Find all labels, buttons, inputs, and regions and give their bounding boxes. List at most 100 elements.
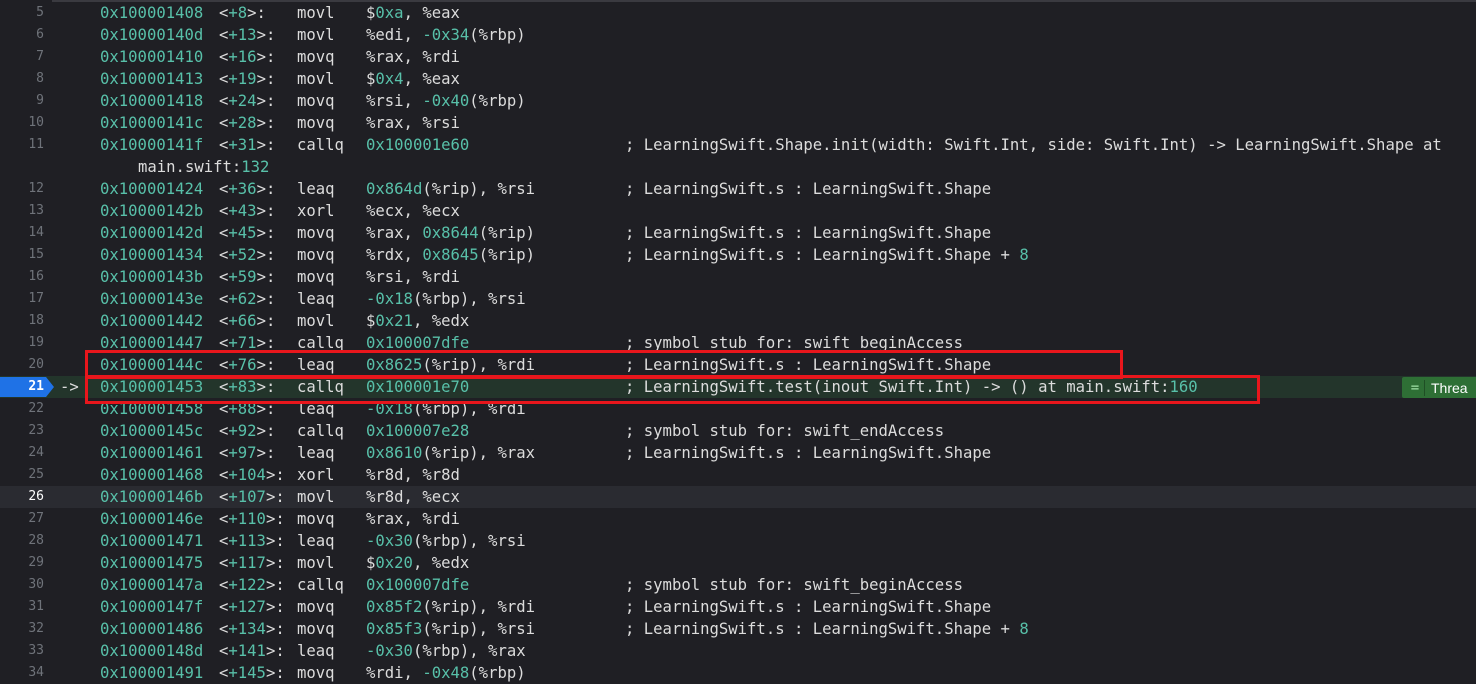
- disassembly-editor[interactable]: 5 0x100001408 <+8>: movl $0xa, %eax 6 0x100001…: [0, 0, 1476, 682]
- disassembly-line[interactable]: 6 0x10000140d <+13>: movl %edi, -0x34(%rbp): [0, 24, 1476, 46]
- line-number[interactable]: 29: [0, 552, 44, 574]
- line-number[interactable]: 25: [0, 464, 44, 486]
- line-number[interactable]: 11: [0, 134, 44, 156]
- operands: 0x100007dfe: [366, 332, 469, 354]
- line-number[interactable]: 7: [0, 46, 44, 68]
- offset-value: +88: [228, 400, 257, 418]
- operands: 0x100001e60: [366, 134, 469, 156]
- disassembly-line[interactable]: 20 0x10000144c <+76>: leaq 0x8625(%rip), %rd…: [0, 354, 1476, 376]
- line-number[interactable]: 24: [0, 442, 44, 464]
- disassembly-line[interactable]: 13 0x10000142b <+43>: xorl %ecx, %ecx: [0, 200, 1476, 222]
- opcode: movq: [297, 664, 335, 682]
- offset-value: +76: [228, 356, 257, 374]
- operand-text: (%rbp): [469, 26, 526, 44]
- line-number[interactable]: 26: [0, 486, 44, 508]
- line-number[interactable]: 6: [0, 24, 44, 46]
- disassembly-line[interactable]: 19 0x100001447 <+71>: callq 0x100007dfe ; sym…: [0, 332, 1476, 354]
- operands: -0x30(%rbp), %rsi: [366, 530, 526, 552]
- disassembly-line[interactable]: 32 0x100001486 <+134>: movq 0x85f3(%rip), %r…: [0, 618, 1476, 640]
- disassembly-line[interactable]: 12 0x100001424 <+36>: leaq 0x864d(%rip), %rs…: [0, 178, 1476, 200]
- opcode: movq: [297, 246, 335, 264]
- line-number[interactable]: 18: [0, 310, 44, 332]
- operand-text: (%rip), %rdi: [422, 598, 536, 616]
- disassembly-line-continuation: main.swift:132: [0, 156, 1476, 178]
- instruction-comment: ; LearningSwift.test(inout Swift.Int) ->…: [625, 376, 1198, 398]
- line-number[interactable]: 10: [0, 112, 44, 134]
- line-number[interactable]: 9: [0, 90, 44, 112]
- operand-text: , %eax: [403, 70, 460, 88]
- disassembly-line[interactable]: 22 0x100001458 <+88>: leaq -0x18(%rbp), %rdi: [0, 398, 1476, 420]
- disassembly-line[interactable]: 16 0x10000143b <+59>: movq %rsi, %rdi: [0, 266, 1476, 288]
- disassembly-line[interactable]: 14 0x10000142d <+45>: movq %rax, 0x8644(%rip…: [0, 222, 1476, 244]
- operand-text: %rdx,: [366, 246, 423, 264]
- line-number[interactable]: 34: [0, 662, 44, 684]
- instruction-address: 0x10000140d: [100, 26, 204, 44]
- comment-text: ; symbol stub for: swift_endAccess: [625, 422, 945, 440]
- operand-number: 0xa: [375, 4, 404, 22]
- line-number[interactable]: 28: [0, 530, 44, 552]
- operands: %rax, %rsi: [366, 112, 460, 134]
- line-number[interactable]: 22: [0, 398, 44, 420]
- line-number[interactable]: 15: [0, 244, 44, 266]
- equals-icon: =: [1406, 379, 1425, 396]
- thread-badge[interactable]: = Threa: [1402, 377, 1476, 398]
- operands: 0x100007dfe: [366, 574, 469, 596]
- disassembly-line[interactable]: 18 0x100001442 <+66>: movl $0x21, %edx: [0, 310, 1476, 332]
- line-number[interactable]: 16: [0, 266, 44, 288]
- instruction-offset: <+104>:: [219, 466, 285, 484]
- line-number[interactable]: 33: [0, 640, 44, 662]
- disassembly-line[interactable]: 7 0x100001410 <+16>: movq %rax, %rdi: [0, 46, 1476, 68]
- operand-number: 0x8610: [366, 444, 423, 462]
- disassembly-line[interactable]: 28 0x100001471 <+113>: leaq -0x30(%rbp), %rs…: [0, 530, 1476, 552]
- disassembly-line[interactable]: 26 0x10000146b <+107>: movl %r8d, %ecx: [0, 486, 1476, 508]
- line-number[interactable]: 30: [0, 574, 44, 596]
- opcode: callq: [297, 378, 344, 396]
- disassembly-line[interactable]: 5 0x100001408 <+8>: movl $0xa, %eax: [0, 2, 1476, 24]
- operand-number: -0x18: [366, 400, 413, 418]
- disassembly-line[interactable]: 10 0x10000141c <+28>: movq %rax, %rsi: [0, 112, 1476, 134]
- line-number[interactable]: 23: [0, 420, 44, 442]
- line-number[interactable]: 19: [0, 332, 44, 354]
- operand-text: %rsi,: [366, 92, 423, 110]
- disassembly-line[interactable]: 24 0x100001461 <+97>: leaq 0x8610(%rip), %ra…: [0, 442, 1476, 464]
- line-number[interactable]: 31: [0, 596, 44, 618]
- line-number[interactable]: 20: [0, 354, 44, 376]
- disassembly-line[interactable]: 11 0x10000141f <+31>: callq 0x100001e60 ; Lea…: [0, 134, 1476, 156]
- disassembly-line[interactable]: 15 0x100001434 <+52>: movq %rdx, 0x8645(%rip…: [0, 244, 1476, 266]
- operand-text: (%rbp), %rsi: [412, 290, 526, 308]
- line-number[interactable]: 27: [0, 508, 44, 530]
- disassembly-line[interactable]: 27 0x10000146e <+110>: movq %rax, %rdi: [0, 508, 1476, 530]
- opcode: leaq: [297, 532, 335, 550]
- operands: 0x100007e28: [366, 420, 469, 442]
- disassembly-line[interactable]: 23 0x10000145c <+92>: callq 0x100007e28 ; sym…: [0, 420, 1476, 442]
- offset-value: +52: [228, 246, 257, 264]
- line-number[interactable]: 13: [0, 200, 44, 222]
- disassembly-line[interactable]: 17 0x10000143e <+62>: leaq -0x18(%rbp), %rsi: [0, 288, 1476, 310]
- instruction-address: 0x100001486: [100, 620, 204, 638]
- instruction-address: 0x10000142d: [100, 224, 204, 242]
- disassembly-line[interactable]: 30 0x10000147a <+122>: callq 0x100007dfe ; sy…: [0, 574, 1476, 596]
- line-number[interactable]: 12: [0, 178, 44, 200]
- disassembly-line[interactable]: 25 0x100001468 <+104>: xorl %r8d, %r8d: [0, 464, 1476, 486]
- opcode: movq: [297, 510, 335, 528]
- line-number[interactable]: 21: [0, 376, 44, 398]
- line-number[interactable]: 14: [0, 222, 44, 244]
- line-number[interactable]: 8: [0, 68, 44, 90]
- disassembly-line[interactable]: 29 0x100001475 <+117>: movl $0x20, %edx: [0, 552, 1476, 574]
- comment-text: ; LearningSwift.s : LearningSwift.Shape: [625, 180, 992, 198]
- disassembly-line[interactable]: 8 0x100001413 <+19>: movl $0x4, %eax: [0, 68, 1476, 90]
- line-number[interactable]: 5: [0, 2, 44, 24]
- instruction-offset: <+8>:: [219, 4, 266, 22]
- line-number[interactable]: 17: [0, 288, 44, 310]
- opcode: movl: [297, 26, 335, 44]
- disassembly-line[interactable]: 9 0x100001418 <+24>: movq %rsi, -0x40(%rbp): [0, 90, 1476, 112]
- disassembly-line[interactable]: 33 0x10000148d <+141>: leaq -0x30(%rbp), %ra…: [0, 640, 1476, 662]
- instruction-comment: ; LearningSwift.s : LearningSwift.Shape: [625, 222, 991, 244]
- line-number[interactable]: 32: [0, 618, 44, 640]
- disassembly-line[interactable]: 21 -> 0x100001453 <+83>: callq 0x100001e70 ; L…: [0, 376, 1476, 398]
- operand-text: %r8d, %r8d: [366, 466, 460, 484]
- instruction-address: 0x100001468: [100, 466, 204, 484]
- disassembly-line[interactable]: 34 0x100001491 <+145>: movq %rdi, -0x48(%rbp…: [0, 662, 1476, 684]
- disassembly-line[interactable]: 31 0x10000147f <+127>: movq 0x85f2(%rip), %r…: [0, 596, 1476, 618]
- operands: $0x20, %edx: [366, 552, 469, 574]
